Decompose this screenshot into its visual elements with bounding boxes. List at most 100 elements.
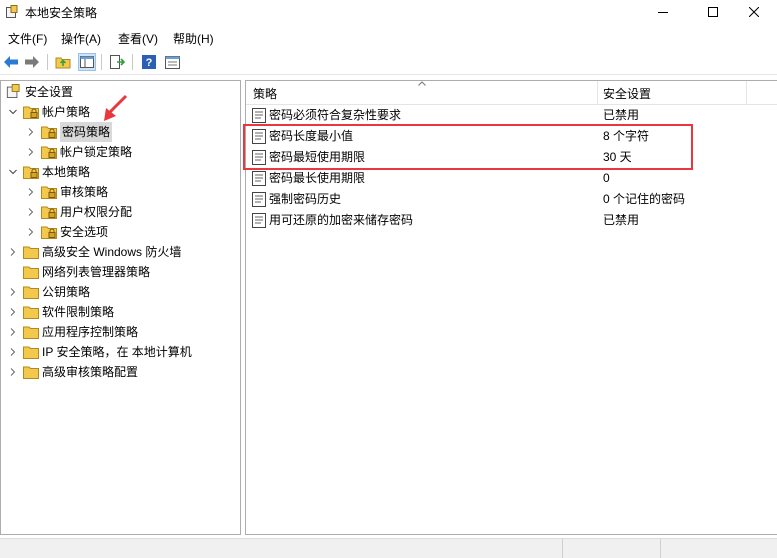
export-list-button[interactable] <box>108 53 126 71</box>
sort-ascending-icon <box>418 81 426 86</box>
policy-setting: 0 个记住的密码 <box>603 192 686 206</box>
up-folder-button[interactable] <box>54 53 72 71</box>
menu-view[interactable]: 查看(V) <box>118 30 158 47</box>
tree-item[interactable]: 密码策略 <box>1 122 240 142</box>
tree-item-label: 软件限制策略 <box>42 305 115 319</box>
forward-button[interactable] <box>23 53 41 71</box>
tree-label: 安全设置 <box>25 85 74 99</box>
tree-item[interactable]: 应用程序控制策略 <box>1 322 240 342</box>
tree-item[interactable]: IP 安全策略，在 本地计算机 <box>1 342 240 362</box>
help-icon: ? <box>142 55 156 69</box>
list-header: 策略 安全设置 <box>246 81 777 105</box>
policy-row[interactable]: 密码最长使用期限 0 <box>246 168 777 189</box>
policy-row[interactable]: 密码长度最小值 8 个字符 <box>246 126 777 147</box>
folder-icon <box>23 305 39 319</box>
column-header-setting[interactable]: 安全设置 <box>603 85 651 102</box>
policy-row[interactable]: 密码最短使用期限 30 天 <box>246 147 777 168</box>
chevron-right-icon[interactable] <box>9 308 17 316</box>
tree-item[interactable]: 审核策略 <box>1 182 240 202</box>
tree-item[interactable]: 本地策略 <box>1 162 240 182</box>
up-folder-icon <box>55 57 71 69</box>
folder-icon <box>23 285 39 299</box>
status-bar <box>0 538 777 558</box>
tree-item[interactable]: 网络列表管理器策略 <box>1 262 240 282</box>
policy-name: 密码长度最小值 <box>269 129 354 143</box>
menu-help[interactable]: 帮助(H) <box>173 30 214 47</box>
tree-item-label: 本地策略 <box>42 165 91 179</box>
chevron-right-icon[interactable] <box>27 228 35 236</box>
chevron-right-icon[interactable] <box>9 288 17 296</box>
minimize-icon <box>658 12 668 13</box>
column-header-policy[interactable]: 策略 <box>253 85 277 102</box>
chevron-right-icon[interactable] <box>9 368 17 376</box>
toolbar-separator <box>132 54 133 70</box>
show-hide-console-tree-button[interactable] <box>78 53 96 71</box>
policy-setting: 8 个字符 <box>603 129 650 143</box>
tree-item-label: 公钥策略 <box>42 285 91 299</box>
policy-row[interactable]: 强制密码历史 0 个记住的密码 <box>246 189 777 210</box>
column-divider[interactable] <box>746 81 747 104</box>
console-tree-icon <box>80 56 94 68</box>
chevron-right-icon[interactable] <box>27 128 35 136</box>
help-button[interactable]: ? <box>140 53 158 71</box>
column-divider[interactable] <box>597 81 598 104</box>
chevron-down-icon[interactable] <box>9 168 17 176</box>
close-icon <box>749 7 759 17</box>
tree-item-label: IP 安全策略，在 本地计算机 <box>42 345 192 359</box>
tree-item[interactable]: 安全选项 <box>1 222 240 242</box>
chevron-down-icon[interactable] <box>9 108 17 116</box>
tree-item[interactable]: 高级安全 Windows 防火墙 <box>1 242 240 262</box>
menu-file[interactable]: 文件(F) <box>8 30 47 47</box>
back-button[interactable] <box>2 53 20 71</box>
chevron-right-icon[interactable] <box>27 148 35 156</box>
close-button[interactable] <box>731 0 777 24</box>
export-list-icon <box>110 55 125 69</box>
chevron-right-icon[interactable] <box>9 348 17 356</box>
policy-document-icon <box>252 129 266 144</box>
policy-name: 密码最短使用期限 <box>269 150 366 164</box>
tree-item-label: 帐户策略 <box>42 105 91 119</box>
toolbar-separator <box>47 54 48 70</box>
window-title: 本地安全策略 <box>25 6 98 20</box>
folder-icon <box>41 145 57 159</box>
folder-icon <box>23 245 39 259</box>
tree-item[interactable]: 用户权限分配 <box>1 202 240 222</box>
policy-name: 密码最长使用期限 <box>269 171 366 185</box>
tree-item[interactable]: 公钥策略 <box>1 282 240 302</box>
policy-row[interactable]: 密码必须符合复杂性要求 已禁用 <box>246 105 777 126</box>
policy-setting: 已禁用 <box>603 108 640 122</box>
tree-item-label: 帐户锁定策略 <box>60 145 133 159</box>
tree-item[interactable]: 软件限制策略 <box>1 302 240 322</box>
policy-name: 密码必须符合复杂性要求 <box>269 108 402 122</box>
chevron-right-icon[interactable] <box>27 208 35 216</box>
tree-item[interactable]: 帐户锁定策略 <box>1 142 240 162</box>
policy-document-icon <box>252 213 266 228</box>
policy-name: 用可还原的加密来储存密码 <box>269 213 414 227</box>
maximize-button[interactable] <box>690 0 736 24</box>
chevron-right-icon[interactable] <box>27 188 35 196</box>
policy-setting: 已禁用 <box>603 213 640 227</box>
policy-name: 强制密码历史 <box>269 192 342 206</box>
security-settings-icon <box>6 84 20 98</box>
tree-item-label: 高级审核策略配置 <box>42 365 139 379</box>
folder-icon <box>41 185 57 199</box>
tree-item-label: 密码策略 <box>60 122 113 142</box>
chevron-right-icon[interactable] <box>9 328 17 336</box>
tree-item-label: 高级安全 Windows 防火墙 <box>42 245 182 259</box>
menu-action[interactable]: 操作(A) <box>61 30 101 47</box>
toolbar-separator <box>101 54 102 70</box>
console-tree-pane: 安全设置 帐户策略密码策略帐户锁定策略本地策略审核策略用户权限分配 安全选项高级安… <box>0 80 241 535</box>
chevron-right-icon[interactable] <box>9 248 17 256</box>
security-policy-app-icon <box>6 5 18 18</box>
properties-button[interactable] <box>163 53 181 71</box>
tree-item-label: 审核策略 <box>60 185 109 199</box>
properties-window-icon <box>164 55 180 69</box>
tree-item[interactable]: 高级审核策略配置 <box>1 362 240 382</box>
policy-row[interactable]: 用可还原的加密来储存密码 已禁用 <box>246 210 777 231</box>
folder-icon <box>41 205 57 219</box>
minimize-button[interactable] <box>640 0 686 24</box>
folder-icon <box>41 225 57 239</box>
folder-icon <box>23 105 39 119</box>
status-divider <box>562 539 563 558</box>
policy-list-pane: 策略 安全设置 密码必须符合复杂性要求 已禁用 密码长度最小值 8 个字符 密码最短使用… <box>245 80 777 535</box>
